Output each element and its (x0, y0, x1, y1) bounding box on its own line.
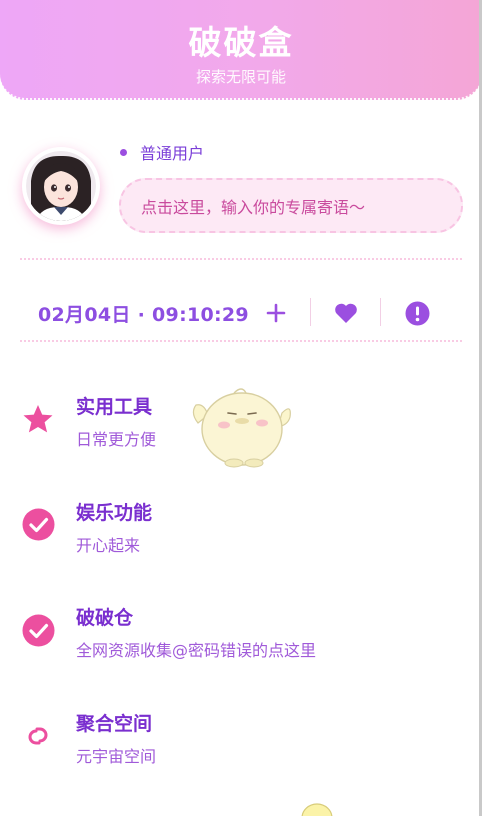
avatar-image (26, 151, 96, 221)
menu-item-title: 娱乐功能 (76, 502, 153, 524)
app-subtitle: 探索无限可能 (195, 68, 286, 86)
datetime-display: 02月04日 · 09:10:29 (38, 304, 249, 326)
menu-item-subtitle: 开心起来 (76, 536, 141, 555)
menu-item-title: 实用工具 (76, 396, 153, 418)
menu-item-subtitle: 元宇宙空间 (76, 747, 157, 766)
user-type-label: 普通用户 (120, 141, 204, 163)
add-button[interactable] (259, 296, 293, 330)
menu-item-resources[interactable]: 破破仓 全网资源收集@密码错误的点这里 (0, 598, 479, 668)
check-circle-icon (20, 612, 56, 648)
mascot-sticker (192, 388, 291, 468)
link-icon (20, 718, 56, 754)
heart-icon (335, 303, 357, 323)
divider-top (20, 258, 462, 260)
app-title: 破破盒 (188, 23, 294, 62)
app-header: 破破盒 探索无限可能 (0, 0, 482, 100)
action-separator (310, 298, 311, 326)
action-separator (380, 298, 381, 326)
menu-item-entertainment[interactable]: 娱乐功能 开心起来 (0, 493, 479, 563)
status-row: 02月04日 · 09:10:29 (0, 290, 482, 336)
exclamation-circle-icon (405, 301, 429, 325)
menu-item-subtitle: 日常更方便 (76, 430, 157, 449)
info-button[interactable] (400, 296, 434, 330)
menu-item-title: 破破仓 (76, 607, 134, 629)
check-circle-icon (20, 506, 56, 542)
avatar[interactable] (22, 147, 100, 225)
favorite-button[interactable] (329, 296, 363, 330)
status-dot (120, 148, 127, 156)
star-icon (20, 401, 56, 437)
mascot-sticker-partial (301, 803, 333, 816)
user-type-text: 普通用户 (140, 144, 205, 163)
menu-item-subtitle: 全网资源收集@密码错误的点这里 (76, 641, 317, 660)
plus-icon (266, 303, 286, 323)
motto-placeholder: 点击这里，输入你的专属寄语～ (141, 197, 366, 217)
menu-item-space[interactable]: 聚合空间 元宇宙空间 (0, 704, 479, 774)
motto-input[interactable]: 点击这里，输入你的专属寄语～ (119, 178, 463, 233)
menu-item-title: 聚合空间 (76, 713, 153, 735)
divider-bottom (20, 340, 462, 342)
